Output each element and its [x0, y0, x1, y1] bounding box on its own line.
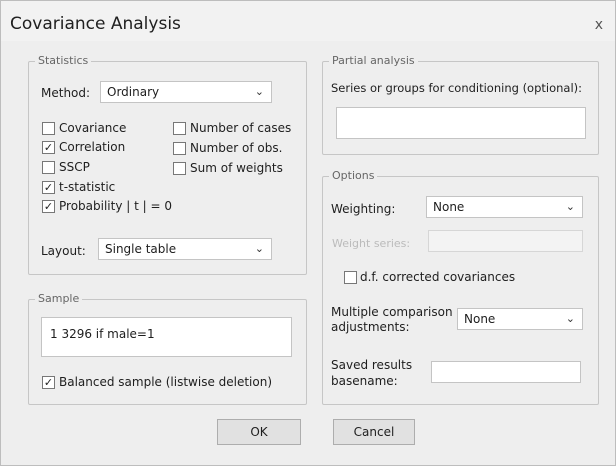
title-bar: Covariance Analysis x [1, 1, 615, 41]
chevron-down-icon: ⌄ [254, 242, 264, 255]
sample-input[interactable]: 1 3296 if male=1 [41, 317, 292, 357]
correlation-checkbox[interactable]: ✓ [42, 141, 55, 154]
chevron-down-icon: ⌄ [565, 312, 575, 325]
conditioning-series-input[interactable] [336, 107, 586, 139]
dialog-title: Covariance Analysis [10, 14, 181, 34]
balanced-sample-label: Balanced sample (listwise deletion) [59, 375, 273, 389]
partial-analysis-group-label: Partial analysis [329, 54, 418, 67]
weight-series-label: Weight series: [332, 237, 411, 250]
covariance-label: Covariance [59, 121, 127, 135]
correlation-label: Correlation [59, 140, 126, 154]
options-group-label: Options [329, 169, 378, 182]
saved-results-label-line1: Saved results [331, 358, 413, 372]
probability-checkbox[interactable]: ✓ [42, 200, 55, 213]
t-statistic-label: t-statistic [59, 180, 116, 194]
number-of-cases-label: Number of cases [190, 121, 292, 135]
ok-button[interactable]: OK [217, 419, 301, 445]
number-of-cases-checkbox[interactable] [173, 122, 186, 135]
chevron-down-icon: ⌄ [254, 85, 264, 98]
layout-value: Single table [105, 242, 177, 256]
multiple-comparison-label-line1: Multiple comparison [331, 305, 453, 319]
weighting-label: Weighting: [331, 202, 396, 216]
number-of-obs-label: Number of obs. [190, 141, 283, 155]
sum-of-weights-checkbox[interactable] [173, 162, 186, 175]
sample-group-label: Sample [35, 292, 83, 305]
sscp-label: SSCP [59, 160, 90, 174]
weighting-dropdown[interactable]: None ⌄ [426, 196, 583, 218]
df-corrected-label: d.f. corrected covariances [360, 270, 516, 284]
sample-value: 1 3296 if male=1 [50, 327, 155, 341]
probability-label: Probability | t | = 0 [59, 199, 172, 213]
weighting-value: None [433, 200, 465, 214]
method-label: Method: [41, 86, 91, 100]
df-corrected-checkbox[interactable] [344, 271, 357, 284]
method-value: Ordinary [107, 85, 160, 99]
multiple-comparison-label-line2: adjustments: [331, 320, 410, 334]
method-dropdown[interactable]: Ordinary ⌄ [100, 81, 272, 103]
chevron-down-icon: ⌄ [565, 200, 575, 213]
covariance-checkbox[interactable] [42, 122, 55, 135]
statistics-group-label: Statistics [35, 54, 92, 67]
saved-results-input[interactable] [431, 361, 581, 383]
multiple-comparison-dropdown[interactable]: None ⌄ [457, 308, 583, 330]
covariance-analysis-dialog: Covariance Analysis x Statistics Method:… [0, 0, 616, 466]
t-statistic-checkbox[interactable]: ✓ [42, 181, 55, 194]
close-icon[interactable]: x [595, 17, 603, 33]
cancel-button[interactable]: Cancel [333, 419, 415, 445]
sscp-checkbox[interactable] [42, 161, 55, 174]
weight-series-input [428, 230, 583, 252]
conditioning-series-label: Series or groups for conditioning (optio… [331, 81, 583, 95]
multiple-comparison-value: None [464, 312, 496, 326]
saved-results-label-line2: basename: [331, 374, 398, 388]
number-of-obs-checkbox[interactable] [173, 142, 186, 155]
layout-dropdown[interactable]: Single table ⌄ [98, 238, 272, 260]
balanced-sample-checkbox[interactable]: ✓ [42, 376, 55, 389]
layout-label: Layout: [41, 244, 86, 258]
sum-of-weights-label: Sum of weights [190, 161, 283, 175]
